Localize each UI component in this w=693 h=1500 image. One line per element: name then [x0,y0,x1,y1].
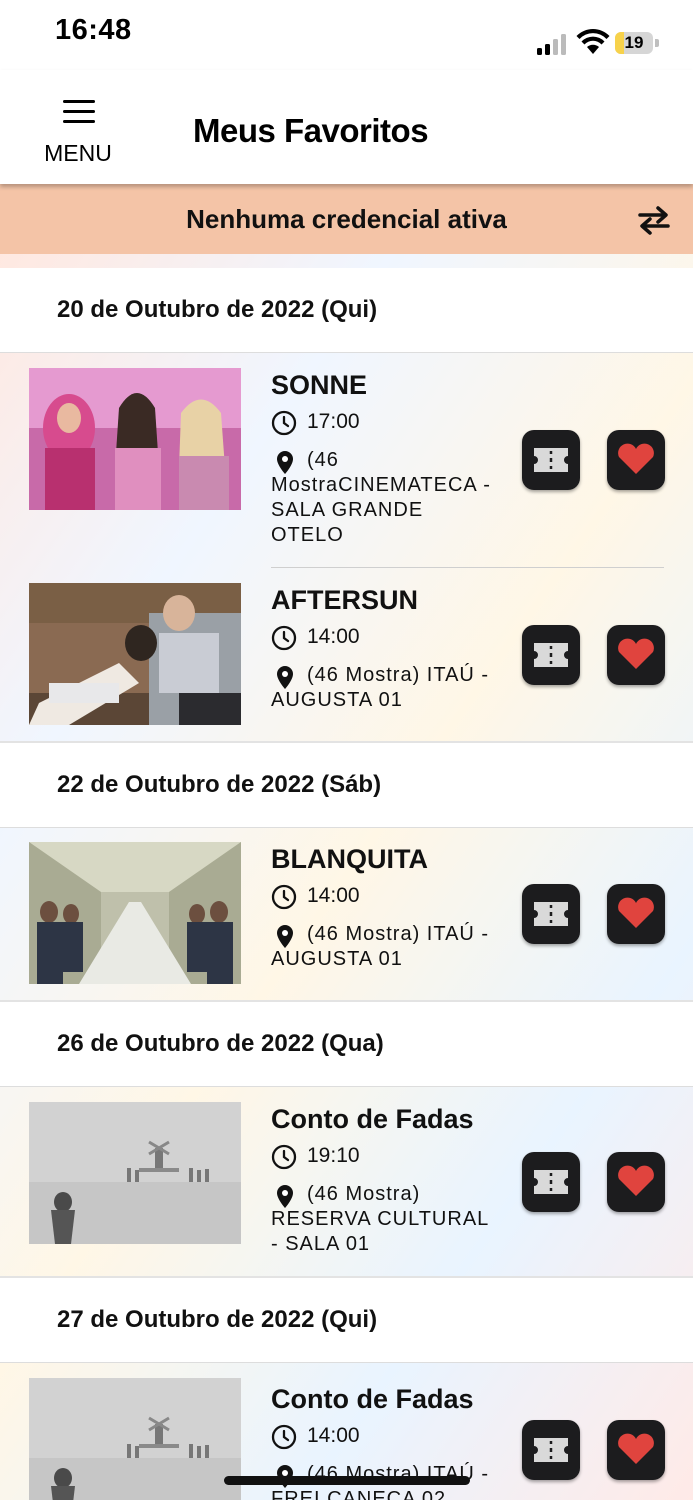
movie-title: Conto de Fadas [271,1384,474,1414]
list-item[interactable]: Conto de Fadas 19:10 (46 Mostra) RESERVA… [0,1088,693,1276]
battery-icon: 19 [615,32,659,54]
home-indicator [224,1476,470,1485]
menu-label: MENU [44,140,112,166]
venue: (46 Mostra) ITAÚ - AUGUSTA 01 [271,922,501,972]
favorite-button[interactable] [607,430,665,490]
movie-thumbnail [29,1378,241,1500]
movie-thumbnail [29,368,241,510]
clock-icon [271,625,297,651]
date-label: 26 de Outubro de 2022 (Qua) [57,1030,384,1057]
ticket-button[interactable] [522,1420,580,1480]
movie-thumbnail [29,842,241,984]
showtime-text: 14:00 [307,884,360,907]
heart-icon [618,1433,654,1464]
favorite-button[interactable] [607,1420,665,1480]
status-bar: 16:48 19 [0,0,693,70]
date-header: 22 de Outubro de 2022 (Sáb) [0,743,693,828]
credential-banner[interactable]: Nenhuma credencial ativa [0,184,693,254]
venue: (46 MostraCINEMATECA - SALA GRANDE OTELO [271,448,501,548]
ticket-button[interactable] [522,430,580,490]
favorite-button[interactable] [607,1152,665,1212]
app-header: MENU Meus Favoritos [0,70,693,184]
movie-title: BLANQUITA [271,844,428,874]
heart-icon [618,897,654,928]
showtime-text: 14:00 [307,625,360,648]
clock-icon [271,1144,297,1170]
venue-text: (46 Mostra) RESERVA CULTURAL - SALA 01 [271,1183,489,1255]
ticket-button[interactable] [522,625,580,685]
movie-thumbnail [29,583,241,725]
ticket-icon [534,1170,568,1194]
page-title: Meus Favoritos [193,112,429,149]
heart-icon [618,638,654,669]
ticket-icon [534,643,568,667]
date-header: 27 de Outubro de 2022 (Qui) [0,1278,693,1363]
ticket-icon [534,1438,568,1462]
venue: (46 Mostra) RESERVA CULTURAL - SALA 01 [271,1182,501,1257]
location-pin-icon [277,925,293,948]
hamburger-icon [63,100,95,124]
showtime-text: 19:10 [307,1144,360,1167]
menu-button[interactable]: MENU [35,96,121,168]
venue-text: (46 Mostra) ITAÚ - AUGUSTA 01 [271,664,490,711]
date-label: 27 de Outubro de 2022 (Qui) [57,1306,378,1333]
ticket-icon [534,448,568,472]
location-pin-icon [277,1185,293,1208]
cellular-signal-icon [537,33,567,55]
movie-thumbnail [29,1102,241,1244]
heart-icon [618,1165,654,1196]
clock-icon [271,884,297,910]
battery-percent: 19 [624,33,644,52]
ticket-button[interactable] [522,884,580,944]
item-divider [271,567,664,568]
date-label: 22 de Outubro de 2022 (Sáb) [57,771,382,798]
ticket-icon [534,902,568,926]
movie-title: Conto de Fadas [271,1104,474,1134]
wifi-icon [576,29,610,54]
date-header: 26 de Outubro de 2022 (Qua) [0,1002,693,1087]
swap-arrows-icon[interactable] [636,205,672,235]
list-item[interactable]: BLANQUITA 14:00 (46 Mostra) ITAÚ - AUGUS… [0,828,693,1000]
venue-text: (46 Mostra) ITAÚ - AUGUSTA 01 [271,923,490,970]
date-header: 20 de Outubro de 2022 (Qui) [0,268,693,353]
list-item[interactable]: AFTERSUN 14:00 (46 Mostra) ITAÚ - AUGUST… [0,569,693,741]
favorite-button[interactable] [607,625,665,685]
list-item[interactable]: SONNE 17:00 (46 MostraCINEMATECA - SALA … [0,354,693,568]
location-pin-icon [277,451,293,474]
date-label: 20 de Outubro de 2022 (Qui) [57,296,378,323]
clock-icon [271,1424,297,1450]
favorites-list[interactable]: 20 de Outubro de 2022 (Qui) SONNE 17:00 [0,254,693,1500]
favorite-button[interactable] [607,884,665,944]
credential-status-text: Nenhuma credencial ativa [186,204,507,234]
showtime-text: 14:00 [307,1424,360,1447]
heart-icon [618,443,654,474]
venue-text: (46 MostraCINEMATECA - SALA GRANDE OTELO [271,449,491,546]
movie-title: SONNE [271,370,368,400]
showtime-text: 17:00 [307,410,360,433]
clock-icon [271,410,297,436]
status-time: 16:48 [55,14,132,46]
ticket-button[interactable] [522,1152,580,1212]
venue: (46 Mostra) ITAÚ - AUGUSTA 01 [271,663,501,713]
movie-title: AFTERSUN [271,585,418,615]
location-pin-icon [277,666,293,689]
